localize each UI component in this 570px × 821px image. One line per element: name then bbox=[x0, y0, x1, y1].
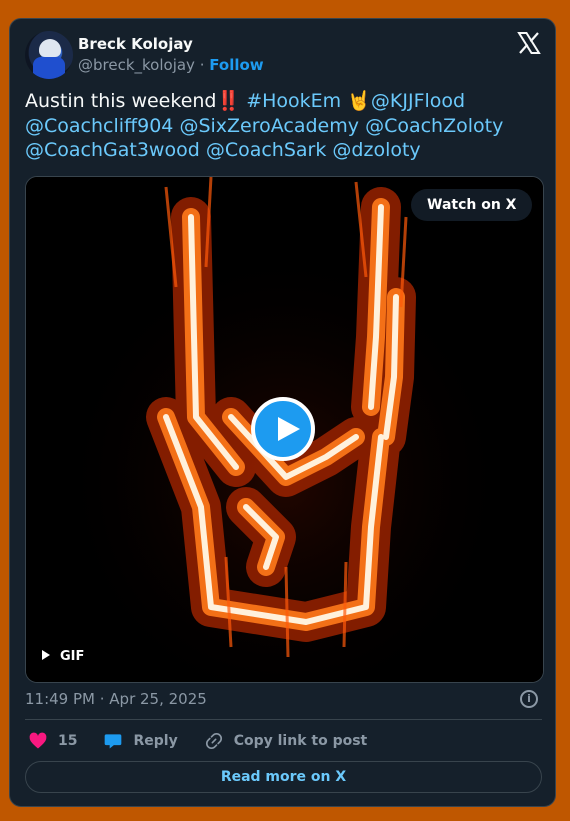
mention-link[interactable]: @CoachSark bbox=[206, 139, 327, 161]
copy-link-label: Copy link to post bbox=[233, 733, 368, 749]
separator: · bbox=[194, 56, 210, 74]
divider bbox=[25, 719, 542, 720]
emoji-horns: 🤘 bbox=[347, 90, 371, 112]
reply-label: Reply bbox=[133, 733, 178, 749]
x-logo-icon[interactable] bbox=[517, 31, 541, 55]
copy-link-button[interactable]: Copy link to post bbox=[204, 731, 368, 751]
gif-badge: GIF bbox=[42, 649, 84, 664]
reply-button[interactable]: Reply bbox=[103, 731, 178, 751]
author-name[interactable]: Breck Kolojay bbox=[78, 35, 193, 53]
watch-on-x-button[interactable]: Watch on X bbox=[411, 189, 533, 221]
handle-row: @breck_kolojay · Follow bbox=[78, 56, 264, 74]
author-handle[interactable]: @breck_kolojay bbox=[78, 56, 195, 74]
jersey-shape bbox=[33, 57, 65, 79]
mention-link[interactable]: @SixZeroAcademy bbox=[179, 115, 359, 137]
like-button[interactable]: 15 bbox=[28, 731, 77, 751]
tweet-card: Breck Kolojay @breck_kolojay · Follow Au… bbox=[9, 18, 556, 807]
tweet-text-plain: Austin this weekend bbox=[25, 90, 217, 112]
action-bar: 15 Reply Copy link to post bbox=[28, 730, 393, 752]
tweet-text: Austin this weekend‼️ #HookEm 🤘@KJJFlood… bbox=[25, 89, 545, 163]
hashtag-hookem[interactable]: #HookEm bbox=[246, 90, 341, 112]
emoji-double-exclamation: ‼️ bbox=[216, 90, 241, 112]
timestamp[interactable]: 11:49 PM · Apr 25, 2025 bbox=[25, 690, 207, 708]
helmet-shape bbox=[39, 39, 61, 57]
gif-media[interactable]: Watch on X GIF bbox=[25, 176, 544, 683]
link-icon bbox=[205, 732, 222, 750]
mention-link[interactable]: @CoachZoloty bbox=[365, 115, 503, 137]
mention-link[interactable]: @dzoloty bbox=[332, 139, 420, 161]
follow-button[interactable]: Follow bbox=[209, 56, 263, 74]
play-button[interactable] bbox=[251, 397, 315, 461]
info-icon[interactable]: i bbox=[520, 690, 538, 708]
read-more-button[interactable]: Read more on X bbox=[25, 761, 542, 793]
mention-link[interactable]: @KJJFlood bbox=[371, 90, 465, 112]
play-small-icon bbox=[42, 650, 50, 660]
reply-bubble-icon bbox=[105, 734, 122, 749]
heart-icon bbox=[29, 732, 47, 749]
gif-label: GIF bbox=[60, 649, 85, 664]
avatar[interactable] bbox=[25, 31, 73, 79]
like-count: 15 bbox=[58, 733, 78, 749]
mention-link[interactable]: @Coachcliff904 bbox=[25, 115, 173, 137]
mention-link[interactable]: @CoachGat3wood bbox=[25, 139, 200, 161]
